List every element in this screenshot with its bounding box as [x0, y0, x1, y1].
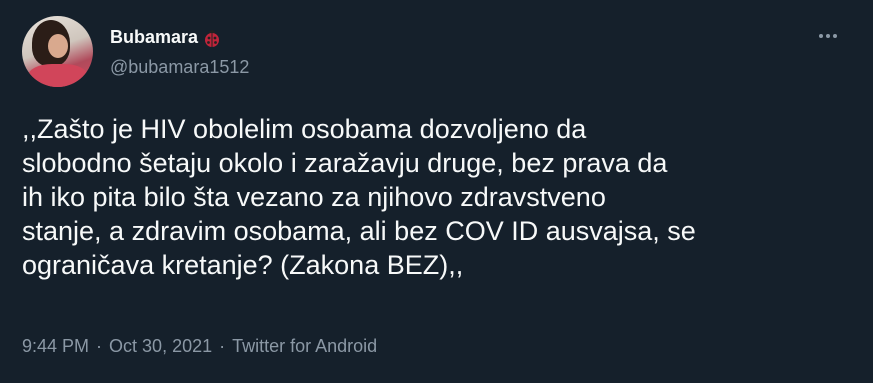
- dot: [819, 34, 823, 38]
- dot: [833, 34, 837, 38]
- avatar-shirt: [28, 64, 88, 87]
- author-handle[interactable]: @bubamara1512: [110, 57, 249, 78]
- meta-separator: ·: [219, 336, 226, 356]
- tweet-text: ,,Zašto je HIV obolelim osobama dozvolje…: [22, 114, 696, 280]
- tweet-time[interactable]: 9:44 PM: [22, 336, 89, 357]
- more-options-icon[interactable]: [813, 24, 843, 48]
- dot: [826, 34, 830, 38]
- tweet-source[interactable]: Twitter for Android: [232, 336, 377, 357]
- avatar-face: [48, 34, 68, 58]
- avatar[interactable]: [22, 16, 93, 87]
- meta-separator: ·: [96, 336, 103, 356]
- tweet-card: Bubamara @bubamara1512 ,,Zašto je HIV ob…: [0, 0, 873, 383]
- tweet-date[interactable]: Oct 30, 2021: [109, 336, 212, 357]
- tweet-meta: 9:44 PM · Oct 30, 2021 · Twitter for And…: [22, 336, 377, 357]
- author-name-row[interactable]: Bubamara: [110, 27, 222, 48]
- ladybug-icon: [202, 28, 222, 48]
- author-display-name[interactable]: Bubamara: [110, 27, 198, 48]
